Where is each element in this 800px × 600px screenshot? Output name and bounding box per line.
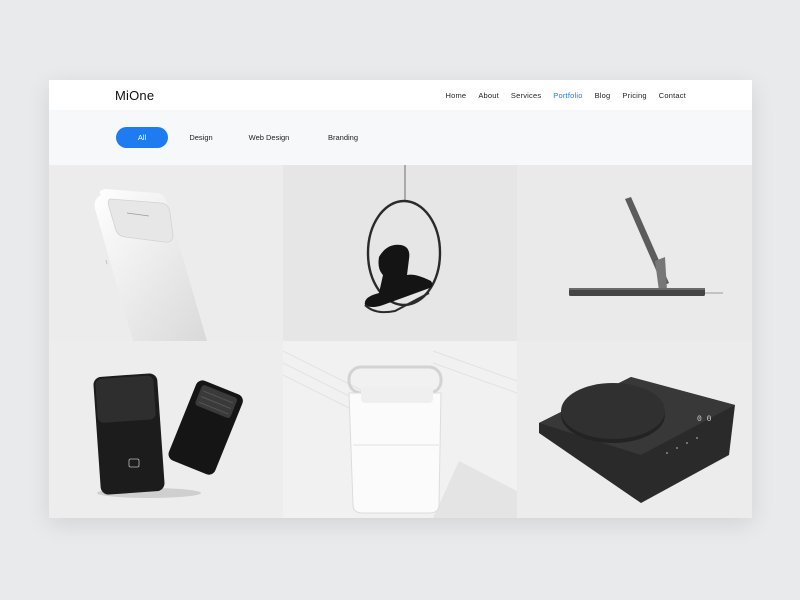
main-menu: Home About Services Portfolio Blog Prici… — [446, 91, 687, 100]
svg-text:0 0: 0 0 — [697, 415, 712, 424]
portfolio-item-kitchen-scale[interactable]: 0 0 — [517, 341, 752, 518]
nav-contact[interactable]: Contact — [659, 91, 686, 100]
portfolio-grid: 0 0 — [49, 165, 752, 518]
top-navbar: MiOne Home About Services Portfolio Blog… — [49, 80, 752, 110]
browser-frame: MiOne Home About Services Portfolio Blog… — [49, 80, 752, 518]
portfolio-filter-bar: All Design Web Design Branding — [49, 110, 752, 165]
nav-home[interactable]: Home — [446, 91, 467, 100]
site-logo[interactable]: MiOne — [115, 88, 154, 103]
filter-web-design-button[interactable]: Web Design — [244, 127, 294, 148]
nav-about[interactable]: About — [478, 91, 499, 100]
portfolio-item-hanging-chair[interactable] — [283, 165, 517, 341]
portfolio-item-power-bank[interactable] — [49, 165, 283, 341]
filter-all-button[interactable]: All — [116, 127, 168, 148]
kitchen-scale-image: 0 0 — [539, 377, 735, 503]
nav-pricing[interactable]: Pricing — [622, 91, 646, 100]
portfolio-item-shaver[interactable] — [49, 341, 283, 518]
nav-blog[interactable]: Blog — [595, 91, 611, 100]
power-bank-image — [94, 189, 207, 341]
nav-portfolio[interactable]: Portfolio — [553, 91, 582, 100]
filter-design-button[interactable]: Design — [183, 127, 219, 148]
portfolio-item-humidifier[interactable] — [283, 341, 517, 518]
humidifier-image — [283, 350, 517, 518]
laptop-stand-image — [569, 197, 723, 296]
hanging-chair-image — [364, 165, 442, 314]
shaver-image — [93, 373, 243, 498]
portfolio-item-laptop-stand[interactable] — [517, 165, 752, 341]
nav-services[interactable]: Services — [511, 91, 541, 100]
filter-branding-button[interactable]: Branding — [323, 127, 363, 148]
